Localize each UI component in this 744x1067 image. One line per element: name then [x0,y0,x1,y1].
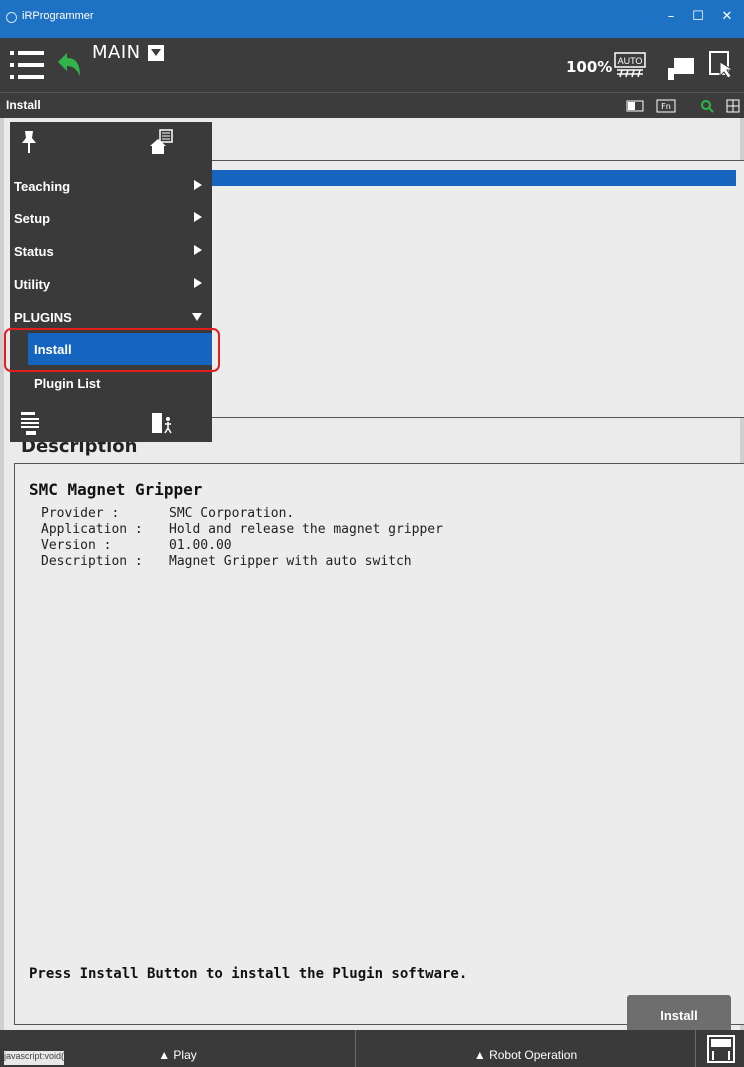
plugin-name: SMC Magnet Gripper [29,480,203,499]
minimize-button[interactable]: – [660,6,682,28]
program-name[interactable]: MAIN [92,42,141,63]
info-row-application: Application : Hold and release the magnet… [41,522,443,537]
arrow-right-icon [194,212,202,222]
menu-item-label: Status [14,244,54,259]
info-key: Version : [41,538,112,553]
home-icon[interactable] [148,128,174,156]
arrow-down-icon [192,313,202,321]
arrow-right-icon [194,278,202,288]
menu-item-utility[interactable]: Utility [10,270,212,298]
back-arrow-icon[interactable] [54,50,84,80]
info-value: 01.00.00 [169,538,232,553]
menu-icon[interactable] [10,50,44,80]
screen-title: Install [6,98,41,112]
close-button[interactable]: ✕ [716,6,738,28]
robot-operation-tab[interactable]: ▲ Robot Operation [356,1030,696,1067]
svg-text:Fn: Fn [661,102,671,111]
status-link-text: javascript:void(0); [4,1051,64,1065]
touch-icon[interactable] [708,50,736,80]
install-instructions: Press Install Button to install the Plug… [29,966,468,982]
menu-item-teaching[interactable]: Teaching [10,172,212,200]
main-toolbar: MAIN 100% AUTO [0,38,744,92]
zoom-level: 100% [566,58,613,76]
info-value: Hold and release the magnet gripper [169,522,443,537]
screen-header: Install Fn [0,92,744,118]
arrow-right-icon [194,245,202,255]
maximize-button[interactable]: ☐ [687,6,709,28]
main-menu-popup: Teaching Setup Status Utility PLUGINS In… [10,122,212,442]
menu-item-status[interactable]: Status [10,237,212,265]
fn-key-icon[interactable]: Fn [656,99,676,113]
info-value: SMC Corporation. [169,506,295,521]
description-box: SMC Magnet Gripper Provider : SMC Corpora… [14,463,744,1037]
zoom-in-icon[interactable] [700,99,714,113]
menu-item-label: Teaching [14,179,71,194]
window-title: iRProgrammer [22,10,94,22]
info-key: Application : [41,522,143,537]
info-key: Description : [41,554,143,569]
info-row-version: Version : 01.00.00 [41,538,232,553]
display-mode-icon[interactable] [626,99,644,113]
keyboard-icon[interactable] [706,1034,736,1064]
arrow-right-icon [194,180,202,190]
highlight-outline [4,328,220,372]
menu-item-label: PLUGINS [14,310,72,325]
menu-item-label: Plugin List [34,376,101,391]
pin-icon[interactable] [16,128,42,156]
menu-item-label: Utility [14,277,51,292]
app-icon [6,12,17,23]
auto-mode-icon: AUTO [614,52,646,78]
teach-pendant-icon[interactable] [666,56,696,82]
menu-item-label: Setup [14,211,51,226]
menu-item-plugins[interactable]: PLUGINS [10,303,212,331]
split-screen-icon[interactable] [726,99,740,113]
bottom-bar: ▲ Play ▲ Robot Operation [0,1030,744,1067]
auto-label: AUTO [618,56,643,66]
exit-icon[interactable] [150,409,176,437]
list-icon[interactable] [18,409,44,437]
info-value: Magnet Gripper with auto switch [169,554,412,569]
menu-item-plugin-list[interactable]: Plugin List [10,369,212,397]
info-row-provider: Provider : SMC Corporation. [41,506,294,521]
info-row-description: Description : Magnet Gripper with auto sw… [41,554,412,569]
program-dropdown-icon[interactable] [148,45,164,61]
info-key: Provider : [41,506,120,521]
robot-operation-label: ▲ Robot Operation [473,1048,578,1062]
window-title-bar: iRProgrammer – ☐ ✕ [0,0,744,38]
menu-item-setup[interactable]: Setup [10,204,212,232]
